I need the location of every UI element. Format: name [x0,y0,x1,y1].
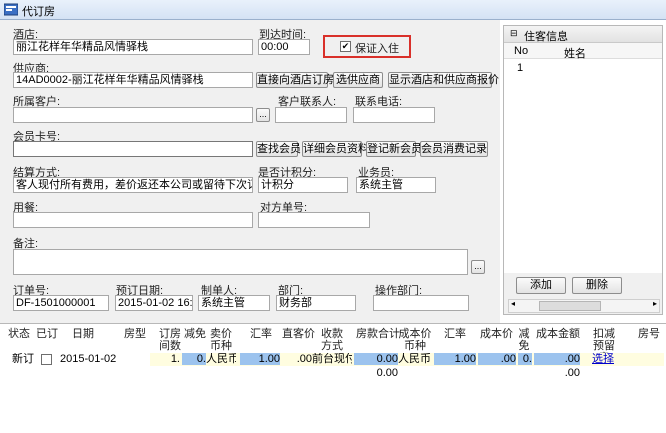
settle-field[interactable]: 客人现付所有费用，差价返还本公司或留待下次订房冲抵 [13,177,253,193]
guest-scrollbar[interactable]: ◂ ▸ [508,299,660,313]
cell-rate[interactable]: 1.00 [240,353,280,365]
hdr-room-type: 房型 [124,328,146,340]
guarantee-highlight [323,35,411,58]
arrival-time-field[interactable]: 00:00 [258,39,310,55]
hdr-discount2: 减免 [518,328,530,352]
cell-cost-price[interactable]: .00 [478,353,516,365]
cell-ordered-checkbox[interactable] [41,354,52,365]
title-bar: 代订房 [0,0,666,20]
hdr-discount: 减免 [184,328,206,340]
order-no-field[interactable]: DF-1501000001 [13,295,109,311]
hdr-direct-price: 直客价 [282,328,315,340]
order-date-field[interactable]: 2015-01-02 16:08 [115,295,193,311]
member-spending-button[interactable]: 会员消费记录 [420,141,488,157]
register-member-button[interactable]: 登记新会员 [366,141,422,157]
hdr-ordered: 已订 [36,328,58,340]
guest-list: No 姓名 1 [504,43,662,273]
direct-hotel-button[interactable]: 直接向酒店订房 [256,72,334,88]
phone-field[interactable] [353,107,435,123]
supplier-field[interactable]: 14AD0002-丽江花样年华精品风情驿栈 [13,72,253,88]
counter-no-field[interactable] [258,212,370,228]
cell-sell-currency[interactable]: 人民币 [206,353,236,365]
delete-guest-button[interactable]: 删除 [572,277,622,294]
hdr-status: 状态 [8,328,30,340]
guest-panel-title: 住客信息 [524,31,568,43]
guest-list-header: No 姓名 [504,43,662,60]
cell-discount2[interactable]: 0. [518,353,532,365]
select-reserved-link[interactable]: 选择 [592,353,614,365]
op-dept-field[interactable] [373,295,469,311]
scroll-right-icon[interactable]: ▸ [653,299,657,308]
guest-panel: ⊟ 住客信息 No 姓名 1 添加 删除 ◂ ▸ [503,25,663,315]
hdr-rate: 汇率 [250,328,272,340]
scroll-thumb[interactable] [539,301,601,311]
customer-field[interactable] [13,107,253,123]
scroll-left-icon[interactable]: ◂ [511,299,515,308]
guest-row-no: 1 [517,62,524,74]
hdr-room-total: 房款合计 [356,328,400,340]
sales-field[interactable]: 系统主管 [356,177,436,193]
hotel-field[interactable]: 丽江花样年华精品风情驿栈 [13,39,253,55]
order-form: 酒店: 丽江花样年华精品风情驿栈 到达时间: 00:00 ✔ 保证入住 供应商:… [0,20,500,323]
hdr-cost-amount: 成本金额 [536,328,580,340]
cell-cost-amount: .00 [534,353,580,365]
col-name: 姓名 [564,48,586,60]
booking-grid: 状态 已订 日期 房型 订房 间数 减免 卖价 币种 汇率 直客价 收款 方式 房款合… [0,323,666,433]
total-cost-amount: .00 [564,367,580,379]
cell-discount[interactable]: 0. [182,353,206,365]
cell-room-count[interactable]: 1. [164,353,180,365]
points-field[interactable]: 计积分 [258,177,348,193]
hdr-sell-currency: 卖价 币种 [210,328,232,352]
hdr-cost-price: 成本价 [480,328,513,340]
collapse-icon[interactable]: ⊟ [510,28,518,39]
table-row[interactable]: 新订 2015-01-02 1. 0. 人民币 1.00 .00 前台现付 0.… [0,353,666,366]
card-field[interactable] [13,141,253,157]
customer-lookup-button[interactable]: ... [256,108,270,122]
hdr-rate2: 汇率 [444,328,466,340]
guest-panel-header: ⊟ 住客信息 [504,26,662,43]
meal-field[interactable] [13,212,253,228]
totals-row: 0.00 .00 [0,367,666,379]
cell-payment[interactable]: 前台现付 [312,353,352,365]
cell-date: 2015-01-02 [60,353,117,365]
dept-field[interactable]: 财务部 [276,295,356,311]
remark-field[interactable] [13,249,468,275]
guest-row[interactable]: 1 [504,61,662,75]
show-price-button[interactable]: 显示酒店和供应商报价 [388,72,499,88]
remark-lookup-button[interactable]: ... [471,260,485,274]
creator-field[interactable]: 系统主管 [198,295,270,311]
hdr-date: 日期 [72,328,94,340]
total-room: 0.00 [376,367,398,379]
cell-rate2[interactable]: 1.00 [434,353,476,365]
cell-cost-currency[interactable]: 人民币 [398,353,432,365]
col-no: No [514,45,529,57]
select-supplier-button[interactable]: 选供应商 [333,72,383,88]
hdr-payment: 收款 方式 [321,328,343,352]
cell-direct-price[interactable]: .00 [282,353,312,365]
add-guest-button[interactable]: 添加 [516,277,566,294]
hdr-room-count: 订房 间数 [159,328,181,352]
hdr-room-no: 房号 [638,328,660,340]
window-title: 代订房 [22,6,55,18]
contact-field[interactable] [275,107,347,123]
app-icon [4,3,18,16]
cell-room-total: 0.00 [354,353,398,365]
find-member-button[interactable]: 查找会员 [256,141,301,157]
member-detail-button[interactable]: 详细会员资料 [302,141,369,157]
hdr-cost-currency: 成本价 币种 [398,328,432,352]
cell-status: 新订 [12,353,34,365]
